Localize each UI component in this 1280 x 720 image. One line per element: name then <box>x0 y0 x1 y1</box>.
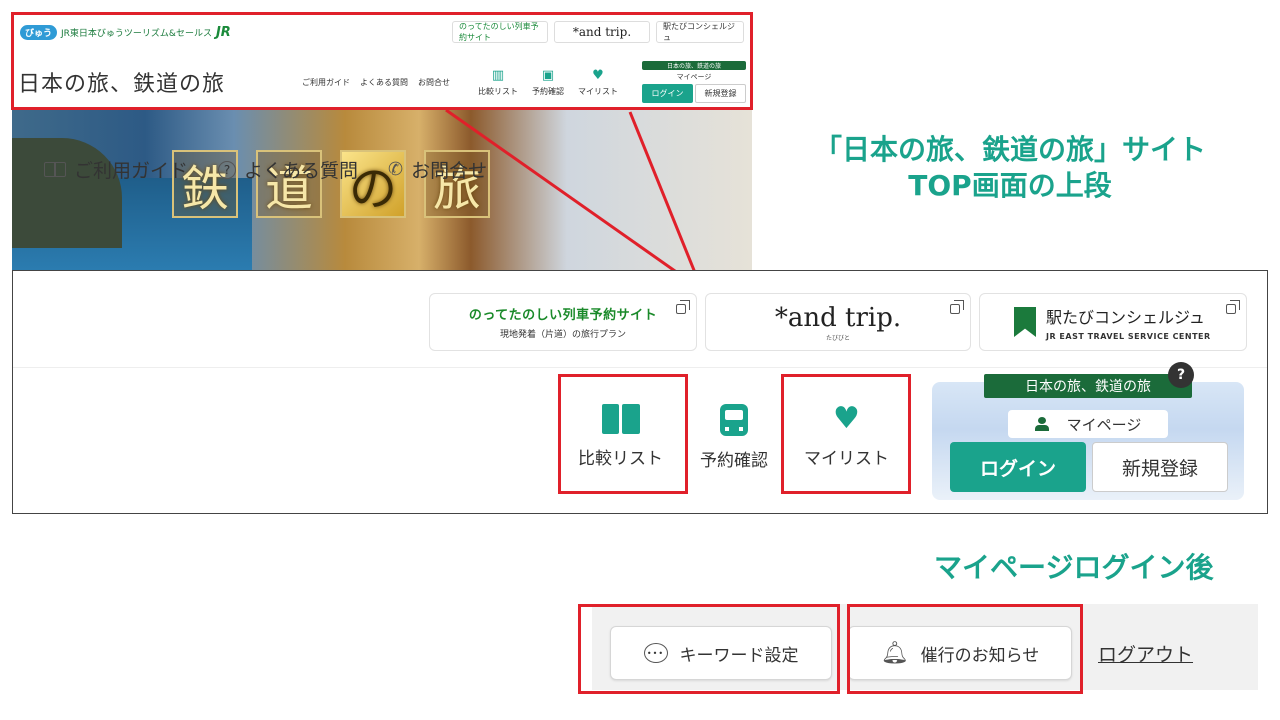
hero-rock-image <box>12 138 122 248</box>
phone-icon: ✆ <box>388 159 404 180</box>
header-menu: ご利用ガイド ? よくある質問 ✆ お問合せ <box>44 156 487 183</box>
mypage-panel: 日本の旅、鉄道の旅 ? マイページ ログイン 新規登録 <box>932 362 1244 500</box>
external-links: のってたのしい列車予約サイト 現地発着（片道）の旅行プラン *and trip.… <box>429 293 1247 351</box>
link-ekitabi-text: 駅たびコンシェルジュ JR EAST TRAVEL SERVICE CENTER <box>1046 304 1211 341</box>
question-icon: ? <box>218 160 237 179</box>
train-icon <box>720 404 748 436</box>
link-ekitabi-sub: JR EAST TRAVEL SERVICE CENTER <box>1046 331 1211 341</box>
menu-guide[interactable]: ご利用ガイド <box>44 156 188 183</box>
link-norutano-title: のってたのしい列車予約サイト <box>468 308 658 323</box>
help-icon[interactable]: ? <box>1168 362 1194 388</box>
mypage-link[interactable]: マイページ <box>1008 410 1168 438</box>
header-divider <box>13 367 1267 368</box>
menu-faq-label: よくある質問 <box>244 160 359 182</box>
after-login-caption: マイページログイン後 <box>934 551 1214 584</box>
link-norutano[interactable]: のってたのしい列車予約サイト 現地発着（片道）の旅行プラン <box>429 293 697 351</box>
person-icon <box>1034 417 1049 431</box>
signup-button[interactable]: 新規登録 <box>1092 442 1228 492</box>
site-caption-line1: 「日本の旅、鉄道の旅」サイト <box>813 133 1206 166</box>
menu-faq[interactable]: ? よくある質問 <box>218 156 358 183</box>
menu-contact[interactable]: ✆ お問合せ <box>388 156 487 183</box>
menu-contact-label: お問合せ <box>411 160 488 182</box>
highlight-mylist <box>781 374 911 494</box>
link-andtrip[interactable]: *and trip. たびびと <box>705 293 971 351</box>
link-ekitabi-title: 駅たびコンシェルジュ <box>1046 307 1205 327</box>
site-caption: 「日本の旅、鉄道の旅」サイト TOP画面の上段 <box>800 132 1220 204</box>
link-andtrip-sub: たびびと <box>825 334 850 342</box>
hero-banner[interactable]: 鉄 道 の 旅 <box>12 108 752 270</box>
mypage-banner: 日本の旅、鉄道の旅 <box>984 374 1192 398</box>
highlight-keyword-settings <box>578 604 840 694</box>
external-link-icon <box>1226 300 1240 314</box>
highlight-mini-header <box>11 12 753 110</box>
mypage-label: マイページ <box>1066 415 1142 434</box>
highlight-tour-notice <box>847 604 1083 694</box>
link-ekitabi[interactable]: 駅たびコンシェルジュ JR EAST TRAVEL SERVICE CENTER <box>979 293 1247 351</box>
link-andtrip-title: *and trip. <box>774 302 902 333</box>
site-caption-line2: TOP画面の上段 <box>908 169 1112 202</box>
reservation-check-button[interactable]: 予約確認 <box>700 404 768 471</box>
highlight-compare-list <box>558 374 688 494</box>
login-button[interactable]: ログイン <box>950 442 1086 492</box>
logout-link[interactable]: ログアウト <box>1098 640 1193 667</box>
link-norutano-sub: 現地発着（片道）の旅行プラン <box>499 330 626 340</box>
book-icon <box>44 162 66 177</box>
reservation-check-label: 予約確認 <box>700 451 768 471</box>
bookmark-icon <box>1014 307 1036 337</box>
menu-guide-label: ご利用ガイド <box>74 160 189 182</box>
external-link-icon <box>950 300 964 314</box>
external-link-icon <box>676 300 690 314</box>
